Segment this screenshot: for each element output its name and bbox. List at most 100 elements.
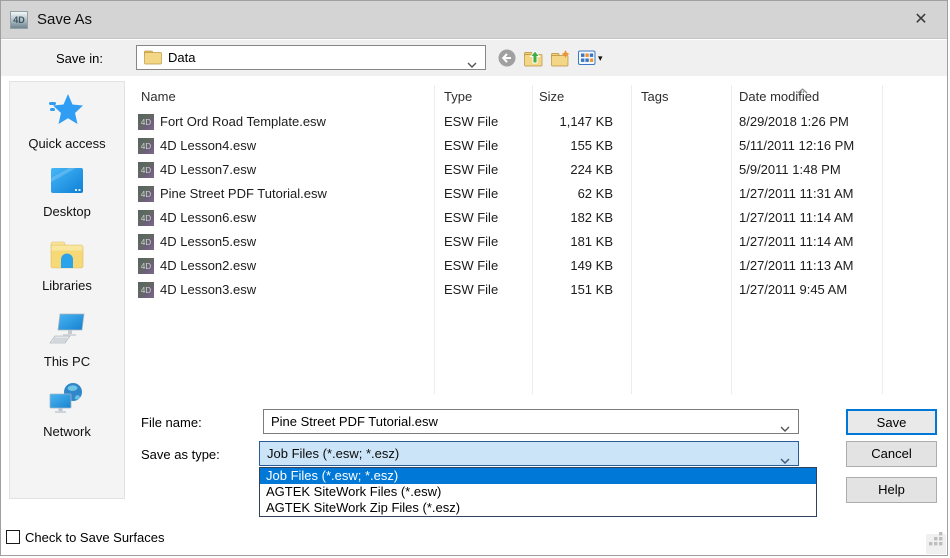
esw-file-icon: 4D — [138, 234, 154, 250]
file-name: 4D Lesson6.esw — [160, 210, 256, 225]
file-size: 1,147 KB — [511, 114, 613, 129]
save-surfaces-label: Check to Save Surfaces — [25, 530, 164, 545]
file-row[interactable]: 4D 4D Lesson7.esw ESW File 224 KB 5/9/20… — [136, 159, 948, 183]
esw-file-icon: 4D — [138, 282, 154, 298]
save-in-combobox[interactable]: Data — [136, 45, 486, 70]
file-type: ESW File — [444, 282, 498, 297]
file-size: 182 KB — [511, 210, 613, 225]
desktop-icon — [10, 166, 124, 201]
file-row[interactable]: 4D Pine Street PDF Tutorial.esw ESW File… — [136, 183, 948, 207]
type-option[interactable]: Job Files (*.esw; *.esz) — [260, 468, 816, 484]
save-surfaces-checkbox[interactable] — [6, 530, 20, 544]
resize-grip-area — [926, 534, 946, 554]
sidebar-item-network[interactable]: Network — [10, 382, 124, 439]
save-in-label: Save in: — [56, 51, 103, 66]
column-header-name[interactable]: Name — [141, 89, 176, 104]
file-name-value: Pine Street PDF Tutorial.esw — [271, 414, 438, 429]
sidebar-item-desktop[interactable]: Desktop — [10, 166, 124, 219]
file-size: 224 KB — [511, 162, 613, 177]
this-pc-icon — [10, 312, 124, 351]
sidebar-item-label: This PC — [10, 354, 124, 369]
file-name: 4D Lesson5.esw — [160, 234, 256, 249]
file-name-input[interactable]: Pine Street PDF Tutorial.esw — [263, 409, 799, 434]
column-header-size[interactable]: Size — [539, 89, 564, 104]
chevron-down-icon — [467, 55, 477, 73]
sidebar-item-this-pc[interactable]: This PC — [10, 312, 124, 369]
network-icon — [10, 382, 124, 421]
view-menu-button[interactable]: ▾ — [578, 50, 603, 66]
file-size: 62 KB — [511, 186, 613, 201]
file-row[interactable]: 4D 4D Lesson6.esw ESW File 182 KB 1/27/2… — [136, 207, 948, 231]
file-size: 151 KB — [511, 282, 613, 297]
file-type: ESW File — [444, 162, 498, 177]
file-date-modified: 1/27/2011 11:14 AM — [739, 234, 853, 249]
column-header-tags[interactable]: Tags — [641, 89, 668, 104]
esw-file-icon: 4D — [138, 114, 154, 130]
dialog-title: Save As — [37, 11, 92, 28]
sidebar-item-label: Network — [10, 424, 124, 439]
cancel-button[interactable]: Cancel — [846, 441, 937, 467]
save-as-type-dropdown: Job Files (*.esw; *.esz) AGTEK SiteWork … — [259, 467, 817, 517]
file-size: 181 KB — [511, 234, 613, 249]
file-date-modified: 8/29/2018 1:26 PM — [739, 114, 849, 129]
help-button[interactable]: Help — [846, 477, 937, 503]
file-row[interactable]: 4D Fort Ord Road Template.esw ESW File 1… — [136, 111, 948, 135]
file-list: 4D Fort Ord Road Template.esw ESW File 1… — [136, 111, 948, 303]
esw-file-icon: 4D — [138, 186, 154, 202]
column-header-type[interactable]: Type — [444, 89, 472, 104]
file-name: 4D Lesson2.esw — [160, 258, 256, 273]
save-button[interactable]: Save — [846, 409, 937, 435]
file-name-label: File name: — [141, 415, 202, 430]
file-type: ESW File — [444, 234, 498, 249]
file-row[interactable]: 4D 4D Lesson3.esw ESW File 151 KB 1/27/2… — [136, 279, 948, 303]
type-option[interactable]: AGTEK SiteWork Zip Files (*.esz) — [260, 500, 816, 516]
sidebar-item-libraries[interactable]: Libraries — [10, 238, 124, 293]
esw-file-icon: 4D — [138, 138, 154, 154]
create-new-folder-button[interactable] — [551, 50, 570, 67]
folder-toolbar: ▾ — [498, 47, 603, 69]
file-row[interactable]: 4D 4D Lesson2.esw ESW File 149 KB 1/27/2… — [136, 255, 948, 279]
save-as-dialog: 4D Save As ✕ Save in: Data ▾ — [0, 0, 948, 556]
file-date-modified: 1/27/2011 11:13 AM — [739, 258, 853, 273]
title-bar[interactable]: 4D Save As ✕ — [1, 1, 947, 39]
sidebar-item-label: Quick access — [10, 136, 124, 151]
app-logo-icon: 4D — [10, 11, 28, 29]
file-type: ESW File — [444, 138, 498, 153]
up-one-level-button[interactable] — [524, 50, 543, 67]
places-sidebar: Quick access Desktop Libraries This PC N… — [9, 81, 125, 499]
file-name: 4D Lesson4.esw — [160, 138, 256, 153]
save-as-type-combobox[interactable]: Job Files (*.esw; *.esz) — [259, 441, 799, 466]
quick-access-star-icon — [10, 92, 124, 133]
sidebar-item-quick-access[interactable]: Quick access — [10, 92, 124, 151]
esw-file-icon: 4D — [138, 162, 154, 178]
save-surfaces-option[interactable]: Check to Save Surfaces — [6, 528, 164, 546]
back-button[interactable] — [498, 49, 516, 67]
file-type: ESW File — [444, 186, 498, 201]
close-button[interactable]: ✕ — [909, 9, 933, 31]
sidebar-item-label: Desktop — [10, 204, 124, 219]
save-as-type-value: Job Files (*.esw; *.esz) — [267, 446, 399, 461]
file-row[interactable]: 4D 4D Lesson5.esw ESW File 181 KB 1/27/2… — [136, 231, 948, 255]
file-row[interactable]: 4D 4D Lesson4.esw ESW File 155 KB 5/11/2… — [136, 135, 948, 159]
save-as-type-label: Save as type: — [141, 447, 220, 462]
file-size: 155 KB — [511, 138, 613, 153]
chevron-down-icon — [780, 419, 790, 437]
type-option[interactable]: AGTEK SiteWork Files (*.esw) — [260, 484, 816, 500]
file-name: Pine Street PDF Tutorial.esw — [160, 186, 327, 201]
view-menu-caret-icon: ▾ — [598, 53, 603, 64]
file-type: ESW File — [444, 258, 498, 273]
sort-ascending-icon — [797, 81, 808, 99]
file-date-modified: 1/27/2011 11:14 AM — [739, 210, 853, 225]
file-date-modified: 1/27/2011 9:45 AM — [739, 282, 847, 297]
file-type: ESW File — [444, 210, 498, 225]
resize-grip[interactable] — [929, 532, 943, 551]
esw-file-icon: 4D — [138, 210, 154, 226]
current-folder: Data — [168, 50, 195, 65]
sidebar-item-label: Libraries — [10, 278, 124, 293]
file-name: 4D Lesson3.esw — [160, 282, 256, 297]
file-name: Fort Ord Road Template.esw — [160, 114, 326, 129]
libraries-icon — [10, 238, 124, 275]
file-name: 4D Lesson7.esw — [160, 162, 256, 177]
file-date-modified: 1/27/2011 11:31 AM — [739, 186, 853, 201]
folder-icon — [144, 49, 162, 70]
